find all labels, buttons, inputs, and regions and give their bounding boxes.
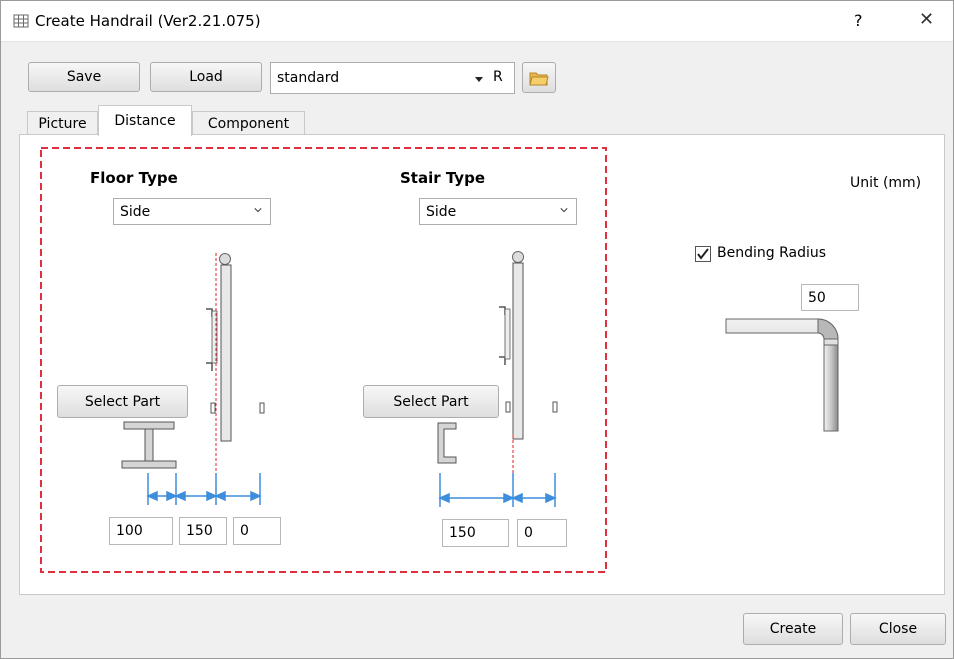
- stair-distance-2-input[interactable]: 0: [517, 519, 567, 547]
- bending-radius-input[interactable]: 50: [801, 284, 859, 311]
- unit-label: Unit (mm): [850, 175, 922, 191]
- folder-icon: [529, 72, 549, 85]
- tab-component[interactable]: Component: [192, 111, 305, 135]
- floor-distance-3-input[interactable]: 0: [233, 517, 281, 545]
- grid-icon: [13, 14, 29, 28]
- floor-type-heading: Floor Type: [90, 169, 178, 187]
- floor-select-part-button[interactable]: Select Part: [57, 385, 188, 418]
- chevron-down-icon: [254, 208, 262, 213]
- stair-type-select[interactable]: Side: [419, 198, 577, 225]
- stair-handrail-drawing: [437, 251, 558, 507]
- stair-type-value: Side: [426, 203, 457, 220]
- bending-radius-label: Bending Radius: [717, 245, 827, 261]
- window-title: Create Handrail (Ver2.21.075): [35, 12, 261, 30]
- chevron-down-icon: [560, 208, 568, 213]
- load-button[interactable]: Load: [150, 62, 262, 92]
- stair-distance-1-input[interactable]: 150: [442, 519, 509, 547]
- floor-distance-1-input[interactable]: 100: [109, 517, 173, 545]
- create-handrail-dialog: Create Handrail (Ver2.21.075) ? ✕ Save L…: [0, 0, 954, 659]
- stair-select-part-button[interactable]: Select Part: [363, 385, 499, 418]
- tab-distance[interactable]: Distance: [98, 105, 192, 136]
- preset-suffix: R: [493, 69, 503, 85]
- close-button[interactable]: Close: [850, 613, 946, 645]
- dropdown-arrow-icon: [475, 77, 483, 82]
- bending-pipe-drawing: [725, 318, 839, 432]
- close-window-button[interactable]: ✕: [919, 9, 934, 30]
- distance-panel: Floor Type Stair Type Unit (mm) Side Sid…: [19, 134, 945, 595]
- floor-distance-2-input[interactable]: 150: [179, 517, 227, 545]
- open-folder-button[interactable]: [522, 62, 556, 93]
- preset-combo[interactable]: standard R: [270, 62, 515, 94]
- save-button[interactable]: Save: [28, 62, 140, 92]
- floor-type-select[interactable]: Side: [113, 198, 271, 225]
- checkmark-icon: [697, 248, 709, 260]
- help-button[interactable]: ?: [854, 11, 863, 30]
- tab-picture[interactable]: Picture: [27, 111, 98, 135]
- bending-radius-checkbox[interactable]: [695, 246, 711, 262]
- stair-type-heading: Stair Type: [400, 169, 485, 187]
- floor-type-value: Side: [120, 203, 151, 220]
- preset-value: standard: [277, 70, 340, 86]
- floor-handrail-drawing: [121, 253, 265, 505]
- title-bar: Create Handrail (Ver2.21.075) ? ✕: [1, 1, 953, 42]
- create-button[interactable]: Create: [743, 613, 843, 645]
